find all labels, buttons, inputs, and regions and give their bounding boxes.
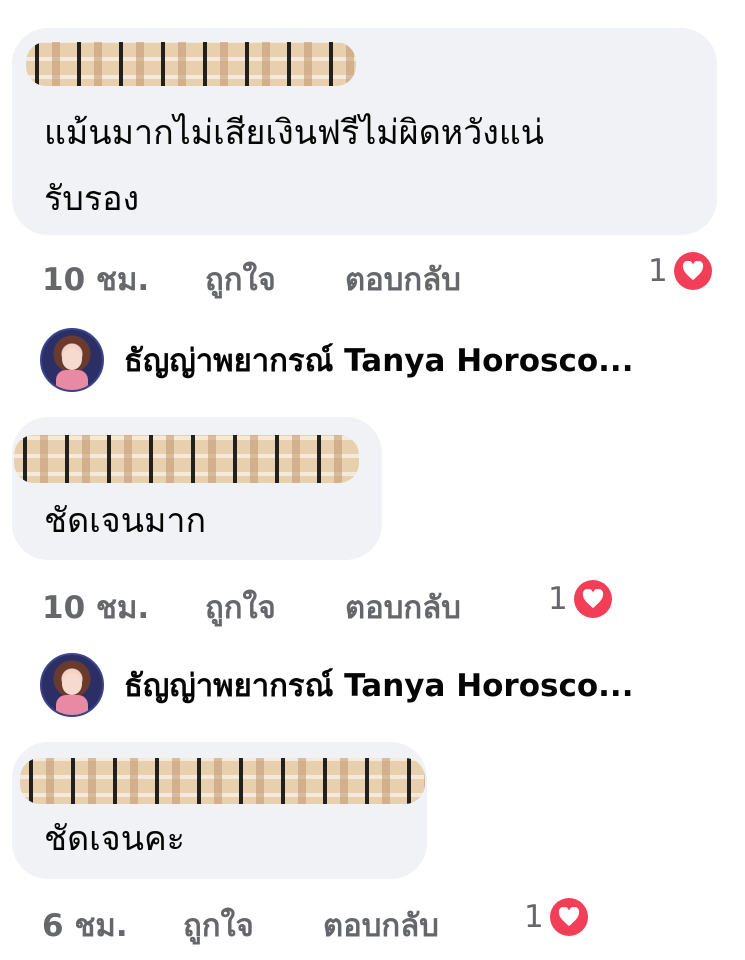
- heart-icon: [549, 898, 588, 936]
- comment-text: ชัดเจนคะ: [44, 819, 185, 859]
- avatar[interactable]: [40, 653, 104, 717]
- like-button[interactable]: ถูกใจ: [205, 254, 276, 304]
- heart-icon: [673, 252, 712, 290]
- censored-author-name: [20, 758, 425, 804]
- comment-text: แม้นมากไม่เสียเงินฟรีไม่ผิดหวังแน่ รับรอ…: [44, 113, 545, 219]
- reply-button[interactable]: ตอบกลับ: [323, 900, 439, 950]
- comment-time[interactable]: 10 ชม.: [42, 254, 149, 304]
- reply-summary-row[interactable]: ธัญญ่าพยากรณ์ Tanya Horosco...: [40, 653, 633, 717]
- reaction-summary[interactable]: 1: [524, 898, 588, 936]
- comment-time[interactable]: 6 ชม.: [42, 900, 128, 950]
- reaction-count: 1: [548, 581, 568, 617]
- avatar[interactable]: [40, 328, 104, 392]
- reply-author-name[interactable]: ธัญญ่าพยากรณ์ Tanya Horosco...: [124, 335, 633, 385]
- reaction-summary[interactable]: 1: [548, 580, 612, 618]
- like-button[interactable]: ถูกใจ: [183, 900, 254, 950]
- censored-author-name: [14, 435, 359, 483]
- reply-summary-row[interactable]: ธัญญ่าพยากรณ์ Tanya Horosco...: [40, 328, 633, 392]
- comment-text: ชัดเจนมาก: [44, 501, 207, 541]
- like-button[interactable]: ถูกใจ: [205, 582, 276, 632]
- reply-author-name[interactable]: ธัญญ่าพยากรณ์ Tanya Horosco...: [124, 660, 633, 710]
- reaction-count: 1: [648, 253, 668, 289]
- reply-button[interactable]: ตอบกลับ: [345, 582, 461, 632]
- heart-icon: [573, 580, 612, 618]
- censored-author-name: [26, 42, 356, 86]
- comment-time[interactable]: 10 ชม.: [42, 582, 149, 632]
- reaction-summary[interactable]: 1: [648, 252, 712, 290]
- reaction-count: 1: [524, 899, 544, 935]
- reply-button[interactable]: ตอบกลับ: [345, 254, 461, 304]
